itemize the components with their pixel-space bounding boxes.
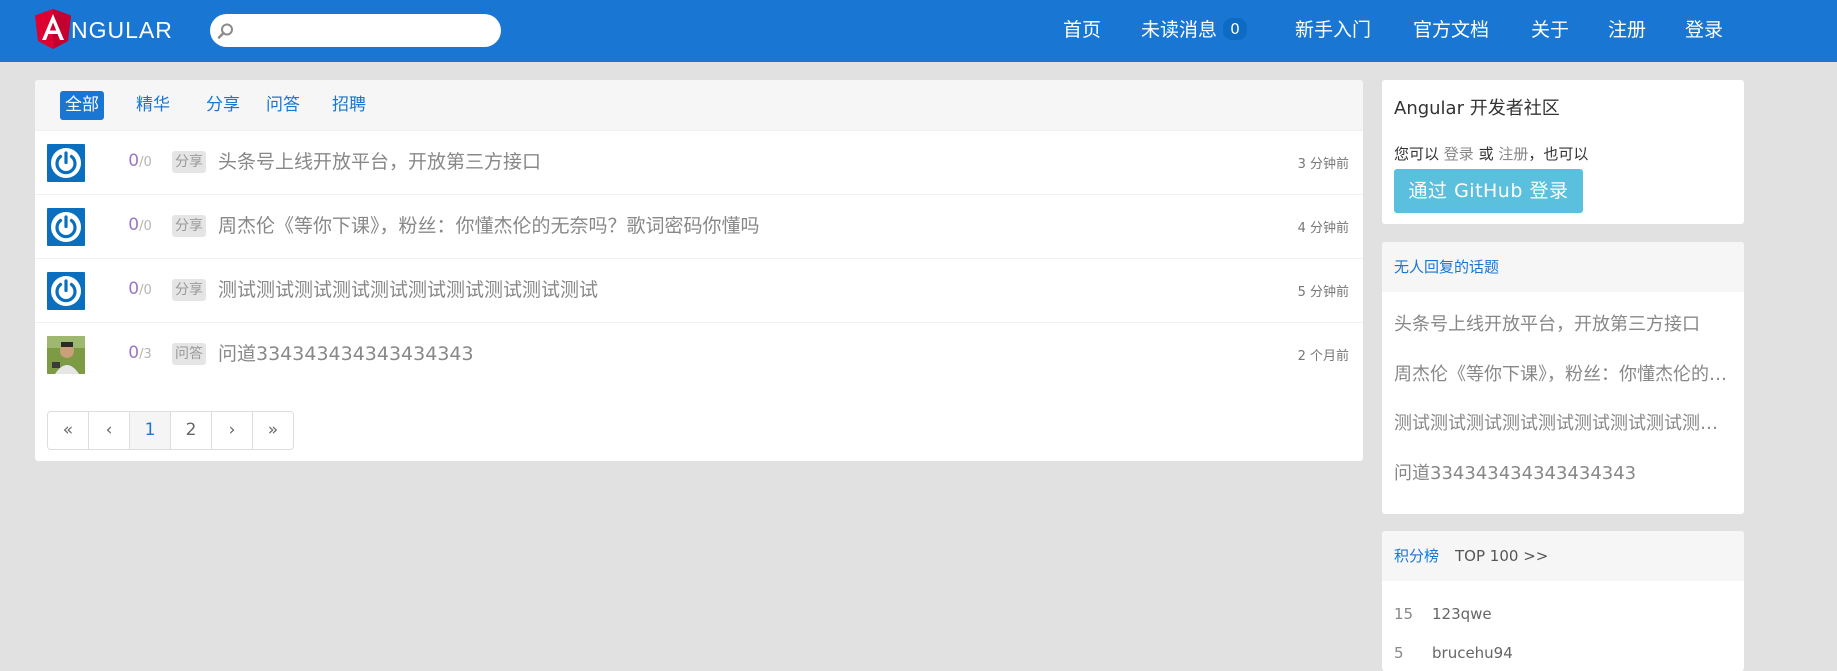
- page-last-button[interactable]: »: [253, 412, 293, 449]
- tab-ask[interactable]: 问答: [261, 91, 305, 120]
- topic-row: 0/3 问答 问道334343434343434343 2 个月前: [35, 322, 1363, 387]
- topic-title-link[interactable]: 问道334343434343434343: [218, 340, 474, 368]
- topic-tag: 分享: [172, 151, 206, 173]
- unread-count-badge: 0: [1223, 17, 1248, 40]
- nav-about[interactable]: 关于: [1531, 17, 1569, 43]
- topic-time[interactable]: 2 个月前: [1298, 345, 1349, 364]
- reply-visit-count: 0/0: [128, 151, 152, 171]
- no-reply-topics-panel: 无人回复的话题 头条号上线开放平台，开放第三方接口 周杰伦《等你下课》，粉丝：你…: [1382, 242, 1744, 514]
- search-box[interactable]: [210, 14, 501, 47]
- ranking-score: 5: [1394, 644, 1404, 662]
- reply-count: 0: [128, 279, 140, 299]
- search-input[interactable]: [240, 18, 494, 44]
- topic-time[interactable]: 4 分钟前: [1298, 217, 1349, 236]
- nav-unread-messages[interactable]: 未读消息 0: [1141, 17, 1248, 43]
- topic-title-link[interactable]: 周杰伦《等你下课》，粉丝：你懂杰伦的无奈吗？歌词密码你懂吗: [218, 212, 760, 240]
- ranking-row: 15 123qwe: [1394, 605, 1492, 623]
- no-reply-topic-link[interactable]: 问道334343434343434343: [1394, 459, 1734, 485]
- reply-count: 0: [128, 151, 140, 171]
- ranking-score: 15: [1394, 605, 1414, 623]
- topic-list-panel: 全部 精华 分享 问答 招聘 0/0 分享 头条号上线开放平台，开放第三方接口 …: [35, 80, 1363, 461]
- reply-visit-count: 0/0: [128, 215, 152, 235]
- login-hint-prefix: 您可以: [1394, 145, 1440, 163]
- tab-good[interactable]: 精华: [131, 91, 175, 120]
- sidebar-login-link[interactable]: 登录: [1444, 145, 1474, 163]
- login-hint-suffix: ，也可以: [1528, 145, 1589, 163]
- power-icon: [51, 212, 81, 242]
- topic-row: 0/0 分享 周杰伦《等你下课》，粉丝：你懂杰伦的无奈吗？歌词密码你懂吗 4 分…: [35, 194, 1363, 259]
- no-reply-topic-link[interactable]: 测试测试测试测试测试测试测试测试测试测试: [1394, 409, 1734, 435]
- user-avatar[interactable]: [47, 336, 85, 374]
- nav-login[interactable]: 登录: [1685, 17, 1723, 43]
- topic-title-link[interactable]: 头条号上线开放平台，开放第三方接口: [218, 148, 541, 176]
- ranking-header: 积分榜 TOP 100 >>: [1382, 531, 1744, 581]
- topic-time[interactable]: 3 分钟前: [1298, 153, 1349, 172]
- tab-all[interactable]: 全部: [60, 91, 104, 120]
- reply-visit-count: 0/0: [128, 279, 152, 299]
- power-icon: [51, 276, 81, 306]
- page-first-button[interactable]: «: [48, 412, 89, 449]
- user-avatar[interactable]: [47, 208, 85, 246]
- topic-row: 0/0 分享 测试测试测试测试测试测试测试测试测试测试 5 分钟前: [35, 258, 1363, 323]
- community-title: Angular 开发者社区: [1394, 98, 1560, 119]
- reply-count: 0: [128, 343, 140, 363]
- user-photo-icon: [47, 336, 85, 374]
- ranking-user-link[interactable]: brucehu94: [1432, 644, 1513, 662]
- no-reply-header: 无人回复的话题: [1382, 242, 1744, 292]
- pagination: « ‹ 1 2 › »: [47, 411, 294, 450]
- tab-share[interactable]: 分享: [201, 91, 245, 120]
- sidebar-register-link[interactable]: 注册: [1498, 145, 1528, 163]
- top-navbar: NGULAR 首页 未读消息 0 新手入门 官方文档 关于 注册 登录: [0, 0, 1837, 62]
- page-prev-button[interactable]: ‹: [89, 412, 130, 449]
- visit-count: 0: [143, 219, 152, 234]
- user-avatar[interactable]: [47, 144, 85, 182]
- visit-count: 0: [143, 283, 152, 298]
- nav-register[interactable]: 注册: [1608, 17, 1646, 43]
- community-panel: Angular 开发者社区 您可以 登录 或 注册，也可以 通过 GitHub …: [1382, 80, 1744, 224]
- login-hint: 您可以 登录 或 注册，也可以: [1394, 143, 1588, 164]
- nav-home[interactable]: 首页: [1063, 17, 1101, 43]
- power-icon: [51, 148, 81, 178]
- no-reply-topic-link[interactable]: 周杰伦《等你下课》，粉丝：你懂杰伦的无奈吗？歌词密码你懂吗: [1394, 360, 1734, 386]
- page-2-button[interactable]: 2: [171, 412, 212, 449]
- angular-shield-icon: [35, 9, 71, 49]
- topic-tag: 分享: [172, 215, 206, 237]
- topic-time[interactable]: 5 分钟前: [1298, 281, 1349, 300]
- topic-tabs: 全部 精华 分享 问答 招聘: [35, 80, 1363, 130]
- topic-title-link[interactable]: 测试测试测试测试测试测试测试测试测试测试: [218, 276, 598, 304]
- nav-getting-started[interactable]: 新手入门: [1295, 17, 1371, 43]
- search-icon: [217, 23, 233, 39]
- login-hint-or: 或: [1478, 145, 1494, 163]
- topic-row: 0/0 分享 头条号上线开放平台，开放第三方接口 3 分钟前: [35, 130, 1363, 195]
- visit-count: 0: [143, 155, 152, 170]
- page-1-button[interactable]: 1: [130, 412, 171, 449]
- logo-text: NGULAR: [71, 16, 173, 43]
- github-login-button[interactable]: 通过 GitHub 登录: [1394, 169, 1583, 213]
- topic-tag: 分享: [172, 279, 206, 301]
- user-avatar[interactable]: [47, 272, 85, 310]
- ranking-row: 5 brucehu94: [1394, 644, 1513, 662]
- reply-visit-count: 0/3: [128, 343, 152, 363]
- tab-job[interactable]: 招聘: [327, 91, 371, 120]
- reply-count: 0: [128, 215, 140, 235]
- nav-api-docs[interactable]: 官方文档: [1413, 17, 1489, 43]
- no-reply-topic-link[interactable]: 头条号上线开放平台，开放第三方接口: [1394, 310, 1734, 336]
- visit-count: 3: [143, 347, 152, 362]
- angular-logo[interactable]: NGULAR: [34, 8, 173, 50]
- ranking-panel: 积分榜 TOP 100 >> 15 123qwe 5 brucehu94: [1382, 531, 1744, 671]
- page-next-button[interactable]: ›: [212, 412, 253, 449]
- topic-tag: 问答: [172, 343, 206, 365]
- top100-link[interactable]: TOP 100 >>: [1455, 547, 1548, 565]
- ranking-user-link[interactable]: 123qwe: [1432, 605, 1492, 623]
- nav-unread-label: 未读消息: [1141, 19, 1218, 41]
- ranking-title: 积分榜: [1394, 547, 1440, 565]
